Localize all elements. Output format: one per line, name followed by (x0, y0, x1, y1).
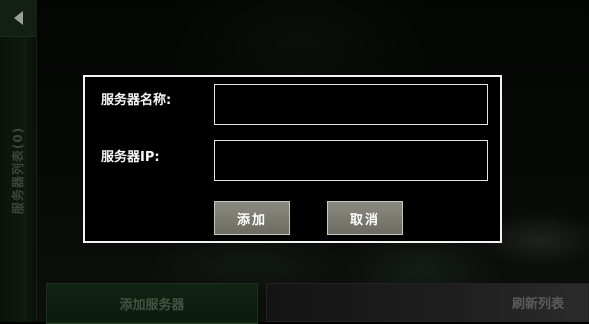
add-server-dialog: 服务器名称: 服务器IP: 添加 取消 (83, 75, 502, 243)
cancel-button[interactable]: 取消 (327, 201, 403, 235)
add-button[interactable]: 添加 (214, 201, 290, 235)
server-name-input[interactable] (214, 84, 488, 125)
server-ip-input[interactable] (214, 140, 488, 181)
server-name-label: 服务器名称: (101, 93, 172, 108)
server-ip-label: 服务器IP: (101, 150, 160, 165)
